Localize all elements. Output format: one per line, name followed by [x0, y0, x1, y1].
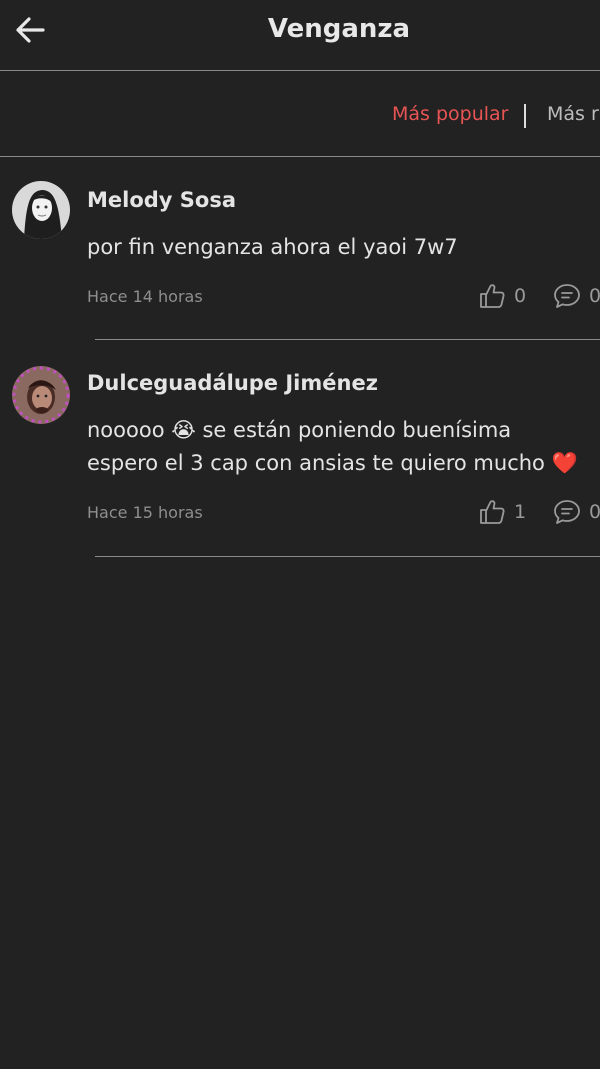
comment-bubble-icon: [554, 500, 580, 524]
comment-author[interactable]: Melody Sosa: [87, 188, 236, 212]
comment-bubble-icon: [554, 284, 580, 308]
sort-separator: [524, 104, 526, 128]
thumbs-up-icon: [480, 284, 505, 308]
comment-text-line: nooooo 😭 se están poniendo buenísima: [87, 418, 512, 442]
comment-item: Dulceguadálupe Jiménez nooooo 😭 se están…: [0, 342, 600, 562]
crying-face-emoji: 😭: [171, 418, 196, 442]
page-title: Venganza: [267, 14, 411, 44]
comment-timestamp: Hace 14 horas: [87, 287, 203, 306]
reply-count: 0: [589, 285, 600, 307]
comment-text-line: por fin venganza ahora el yaoi 7w7: [87, 235, 458, 259]
like-button[interactable]: 0: [478, 281, 526, 311]
sort-bar: Más popular Más r: [0, 71, 600, 157]
comment-text: por fin venganza ahora el yaoi 7w7: [87, 231, 600, 264]
avatar[interactable]: [12, 366, 70, 424]
like-button[interactable]: 1: [478, 497, 526, 527]
comment-divider: [95, 556, 600, 557]
avatar[interactable]: [12, 181, 70, 239]
comment-timestamp: Hace 15 horas: [87, 503, 203, 522]
top-bar: Venganza: [0, 0, 600, 71]
comment-text-line: espero el 3 cap con ansias te quiero muc…: [87, 451, 578, 475]
like-count: 0: [514, 285, 527, 307]
like-count: 1: [514, 501, 527, 523]
reply-count: 0: [589, 501, 600, 523]
comment-text: nooooo 😭 se están poniendo buenísima esp…: [87, 414, 600, 480]
comment-item: Melody Sosa por fin venganza ahora el ya…: [0, 157, 600, 342]
comment-author[interactable]: Dulceguadálupe Jiménez: [87, 371, 378, 395]
comment-divider: [95, 339, 600, 340]
thumbs-up-icon: [480, 500, 505, 524]
reply-button[interactable]: 0: [553, 281, 600, 311]
sort-most-recent-tab[interactable]: Más r: [547, 103, 599, 125]
reply-button[interactable]: 0: [553, 497, 600, 527]
sort-most-popular-tab[interactable]: Más popular: [392, 103, 509, 125]
red-heart-emoji: ❤️: [551, 451, 578, 475]
